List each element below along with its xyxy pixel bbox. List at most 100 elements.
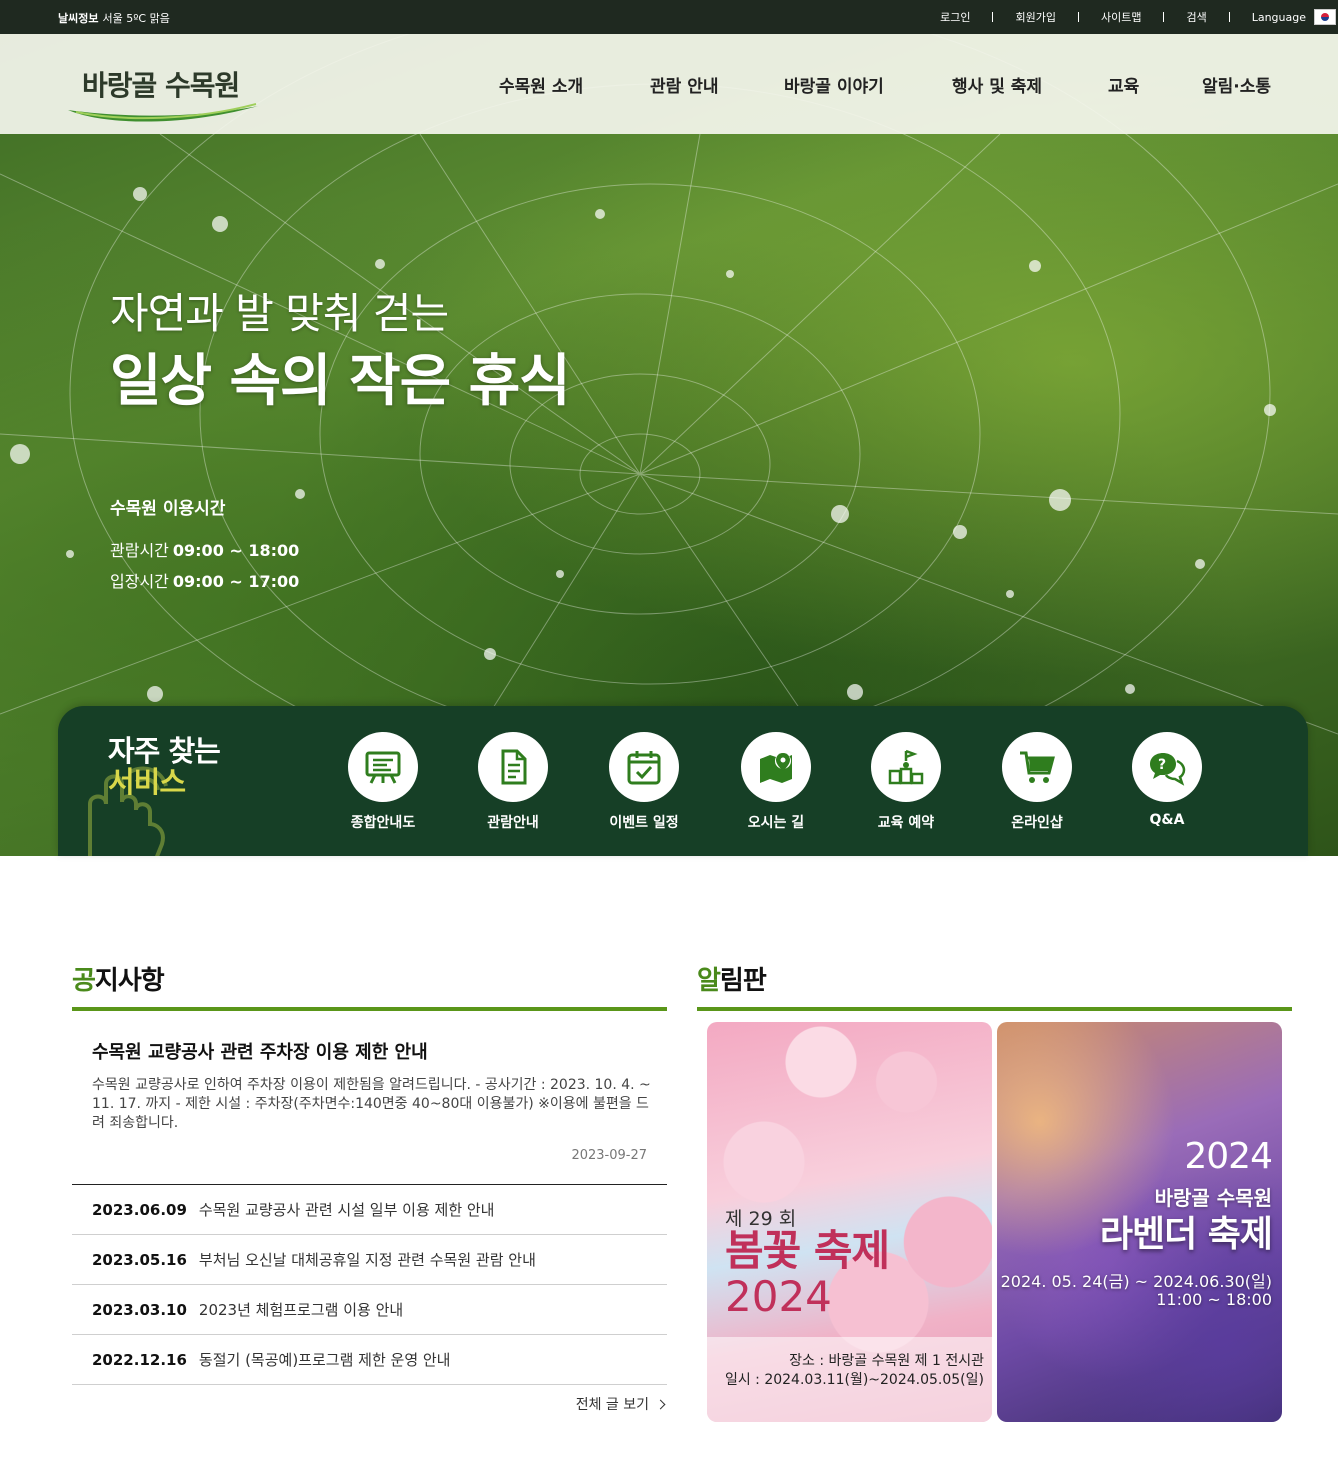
poster-date: 2024. 05. 24(금) ~ 2024.06.30(일) (1000, 1272, 1272, 1291)
featured-notice-body: 수목원 교량공사로 인하여 주차장 이용이 제한됨을 알려드립니다. - 공사기… (92, 1077, 651, 1131)
qna-icon: ? (1150, 753, 1186, 786)
view-all-label: 전체 글 보기 (575, 1397, 649, 1413)
quick-services-title: 자주 찾는 서비스 (108, 734, 221, 799)
notice-title: 동절기 (목공예)프로그램 제한 운영 안내 (198, 1351, 451, 1369)
nav-story[interactable]: 바랑골 이야기 (784, 72, 884, 97)
viewing-hours: 관람시간 09:00 ~ 18:00 (110, 537, 299, 561)
notice-row[interactable]: 2022.12.16 동절기 (목공예)프로그램 제한 운영 안내 (72, 1335, 667, 1385)
quick-title-line2: 서비스 (108, 765, 186, 799)
service-label: 오시는 길 (747, 815, 805, 831)
service-icon-circle: ? (1132, 732, 1202, 802)
service-label: 종합안내도 (350, 815, 416, 831)
notice-date: 2023.06.09 (92, 1200, 187, 1219)
service-label: 관람안내 (487, 815, 539, 831)
poster-time: 11:00 ~ 18:00 (1156, 1290, 1272, 1309)
notice-title-underline (72, 1007, 667, 1011)
nav-notice[interactable]: 알림·소통 (1202, 72, 1271, 97)
divider (992, 12, 994, 22)
weather-value: 서울 5ºC 맑음 (102, 12, 170, 25)
service-directions[interactable]: 오시는 길 (711, 732, 841, 832)
notice-row[interactable]: 2023.06.09 수목원 교량공사 관련 시설 일부 이용 제한 안내 (72, 1185, 667, 1235)
notice-date: 2022.12.16 (92, 1350, 187, 1369)
language-link[interactable]: Language (1252, 11, 1306, 24)
entry-hours: 입장시간 09:00 ~ 17:00 (110, 568, 299, 592)
viewing-hours-value: 09:00 ~ 18:00 (172, 541, 300, 560)
nav-about[interactable]: 수목원 소개 (499, 72, 583, 97)
sitemap-link[interactable]: 사이트맵 (1101, 9, 1141, 25)
featured-notice-date: 2023-09-27 (571, 1148, 647, 1163)
view-all-link[interactable]: 전체 글 보기 (540, 1394, 666, 1414)
service-icon-circle (741, 732, 811, 802)
service-icon-circle (348, 732, 418, 802)
nav-visit-guide[interactable]: 관람 안내 (650, 72, 718, 97)
service-qna[interactable]: ? Q&A (1102, 732, 1232, 828)
notice-title: 부처님 오신날 대체공휴일 지정 관련 수목원 관람 안내 (198, 1251, 536, 1269)
notice-section-title: 공지사항 (72, 960, 165, 997)
logo-swoosh-icon (68, 103, 258, 122)
hero-subtitle: 자연과 발 맞춰 걷는 (110, 289, 449, 338)
notice-title: 수목원 교량공사 관련 시설 일부 이용 제한 안내 (198, 1201, 495, 1219)
divider (1077, 12, 1079, 22)
quick-title-line1: 자주 찾는 (108, 734, 221, 768)
weather-label: 날씨정보 (58, 12, 99, 25)
cart-icon (1020, 751, 1055, 783)
entry-hours-value: 09:00 ~ 17:00 (172, 572, 300, 591)
top-utility-bar: 날씨정보 서울 5ºC 맑음 로그인 회원가입 사이트맵 검색 Language (0, 0, 1338, 34)
entry-hours-label: 입장시간 (110, 572, 169, 591)
login-link[interactable]: 로그인 (940, 9, 970, 25)
notice-title-rest: 지사항 (94, 966, 165, 996)
poster-year: 2024 (1184, 1136, 1273, 1177)
notice-row[interactable]: 2023.03.10 2023년 체험프로그램 이용 안내 (72, 1285, 667, 1335)
poster-year: 2024 (725, 1272, 832, 1321)
featured-notice-title[interactable]: 수목원 교량공사 관련 주차장 이용 제한 안내 (92, 1038, 428, 1064)
svg-text:?: ? (1158, 757, 1166, 773)
notice-title-accent: 공 (72, 966, 96, 996)
service-label: 교육 예약 (877, 815, 935, 831)
chevron-right-icon (655, 1399, 666, 1410)
education-icon (888, 749, 924, 785)
notice-date: 2023.05.16 (92, 1250, 187, 1269)
service-icon-circle (1002, 732, 1072, 802)
poster-date: 일시 : 2024.03.11(월)~2024.05.05(일) (724, 1372, 984, 1388)
document-icon (501, 749, 527, 785)
service-label: 온라인샵 (1011, 815, 1063, 831)
board-title-accent: 알 (697, 966, 721, 996)
service-icon-circle (478, 732, 548, 802)
hero-title: 일상 속의 작은 휴식 (110, 349, 571, 414)
utility-links: 로그인 회원가입 사이트맵 검색 Language (940, 0, 1338, 34)
search-link[interactable]: 검색 (1186, 9, 1206, 25)
hours-title: 수목원 이용시간 (110, 499, 226, 519)
weather-info: 날씨정보 서울 5ºC 맑음 (58, 10, 170, 26)
nav-education[interactable]: 교육 (1108, 72, 1139, 97)
notice-row[interactable]: 2023.05.16 부처님 오신날 대체공휴일 지정 관련 수목원 관람 안내 (72, 1235, 667, 1285)
notice-title: 2023년 체험프로그램 이용 안내 (198, 1301, 404, 1319)
service-label: Q&A (1149, 812, 1185, 828)
poster-place: 장소 : 바랑골 수목원 제 1 전시관 (789, 1353, 984, 1369)
lavender-festival-poster[interactable]: 2024 바랑골 수목원 라벤더 축제 2024. 05. 24(금) ~ 20… (997, 1022, 1282, 1422)
spring-flower-festival-poster[interactable]: 제 29 회 봄꽃 축제 2024 장소 : 바랑골 수목원 제 1 전시관 일… (707, 1022, 992, 1422)
service-icon-circle (871, 732, 941, 802)
viewing-hours-label: 관람시간 (110, 541, 169, 560)
poster-title: 봄꽃 축제 (725, 1226, 890, 1275)
map-pin-icon (760, 753, 792, 783)
divider (1228, 12, 1230, 22)
service-map-board[interactable]: 종합안내도 (318, 732, 448, 832)
service-online-shop[interactable]: 온라인샵 (972, 732, 1102, 832)
korea-flag-icon[interactable] (1314, 9, 1336, 25)
calendar-check-icon (627, 751, 661, 785)
service-event-schedule[interactable]: 이벤트 일정 (579, 732, 709, 832)
nav-events[interactable]: 행사 및 축제 (952, 72, 1042, 97)
signup-link[interactable]: 회원가입 (1015, 9, 1055, 25)
board-title-underline (697, 1007, 1292, 1011)
service-visit-guide[interactable]: 관람안내 (448, 732, 578, 832)
notice-date: 2023.03.10 (92, 1300, 187, 1319)
service-label: 이벤트 일정 (609, 815, 679, 831)
map-board-icon (365, 751, 401, 784)
site-logo[interactable]: 바랑골 수목원 (66, 62, 266, 124)
service-education-booking[interactable]: 교육 예약 (841, 732, 971, 832)
poster-title: 라벤더 축제 (1099, 1214, 1273, 1255)
service-icon-circle (609, 732, 679, 802)
quick-services: 자주 찾는 서비스 종합안내도 관람안내 이벤트 일정 오시는 길 교육 예약 … (58, 706, 1308, 856)
divider (1163, 12, 1165, 22)
board-title-rest: 림판 (719, 966, 767, 996)
